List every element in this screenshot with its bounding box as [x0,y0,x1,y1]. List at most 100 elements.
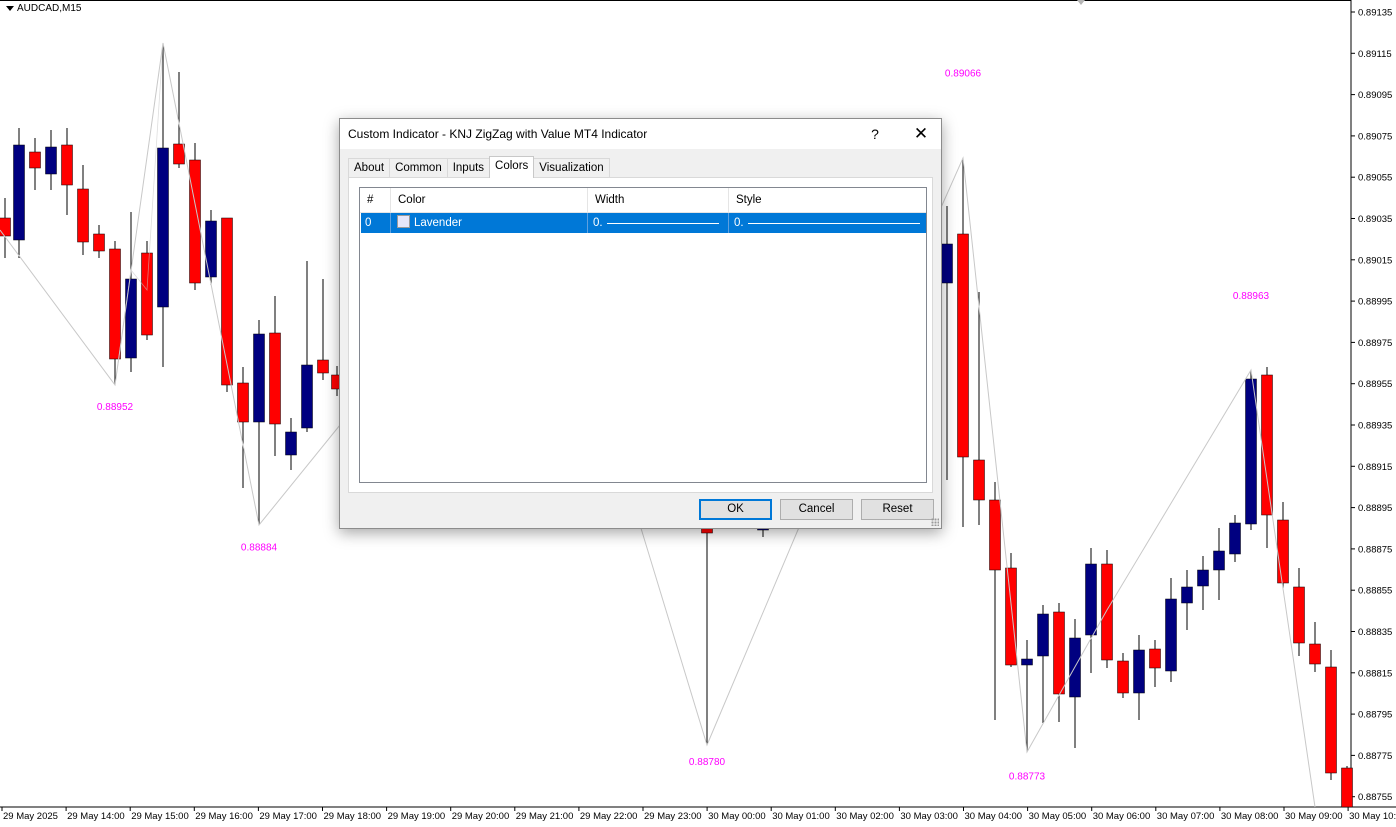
candle-bearish [1053,611,1065,695]
symbol-text: AUDCAD,M15 [17,3,82,14]
candle-bullish [1165,598,1177,672]
candle-bullish [1181,586,1193,604]
candle-bullish [157,147,169,308]
row-color-cell[interactable]: Lavender [391,213,588,233]
candle-bearish [1261,374,1273,516]
price-tick-label: 0.89035 [1358,214,1392,225]
candle-bearish [957,233,969,458]
candle-bearish [973,459,985,501]
zigzag-value-label: 0.88780 [689,757,726,768]
candle-bearish [1149,648,1161,669]
candle-bullish [1229,522,1241,555]
zigzag-value-label: 0.88884 [241,542,278,553]
time-tick-label: 29 May 19:00 [388,811,446,822]
price-tick-label: 0.89135 [1358,8,1392,19]
time-tick-label: 30 May 05:00 [1029,811,1087,822]
candle-bearish [269,332,281,425]
candle-bullish [1213,550,1225,571]
price-tick-label: 0.88815 [1358,668,1392,679]
style-line-sample [748,223,920,224]
price-tick-label: 0.89015 [1358,255,1392,266]
price-tick-label: 0.88955 [1358,379,1392,390]
candle-bullish [1021,658,1033,666]
row-width-value: 0. [593,217,603,229]
column-header-index[interactable]: # [360,188,391,212]
price-tick-label: 0.88795 [1358,710,1392,721]
price-tick-label: 0.89115 [1358,49,1392,60]
candle-bullish [1085,563,1097,636]
price-tick-label: 0.89055 [1358,173,1392,184]
time-tick-label: 30 May 07:00 [1157,811,1215,822]
zigzag-value-label: 0.88952 [97,402,134,413]
price-tick-label: 0.88995 [1358,297,1392,308]
price-tick-label: 0.88895 [1358,503,1392,514]
candle-bearish [989,499,1001,571]
row-width-cell[interactable]: 0. [588,213,729,233]
colors-panel: # Color Width Style 0 Lavender 0. 0. [348,177,933,493]
candle-bearish [141,252,153,336]
time-tick-label: 30 May 00:00 [708,811,766,822]
price-tick-label: 0.88975 [1358,338,1392,349]
candle-bearish [1101,563,1113,661]
resize-grip-icon[interactable] [931,518,939,526]
time-tick-label: 30 May 10:00 [1349,811,1396,822]
candle-bearish [1277,519,1289,584]
reset-button[interactable]: Reset [861,499,934,520]
tab-common[interactable]: Common [389,158,448,178]
dialog-titlebar[interactable]: Custom Indicator - KNJ ZigZag with Value… [340,119,941,149]
candle-bullish [125,278,137,359]
candle-bearish [1341,767,1353,808]
list-header: # Color Width Style [360,188,926,213]
candle-bullish [301,364,313,429]
time-tick-label: 29 May 20:00 [452,811,510,822]
tab-visualization[interactable]: Visualization [533,158,610,178]
time-tick-label: 29 May 21:00 [516,811,574,822]
time-tick-label: 29 May 17:00 [259,811,317,822]
dialog-title: Custom Indicator - KNJ ZigZag with Value… [348,127,648,141]
help-button[interactable]: ? [860,123,890,145]
column-header-style[interactable]: Style [729,188,926,212]
time-tick-label: 30 May 06:00 [1093,811,1151,822]
price-tick-label: 0.88775 [1358,751,1392,762]
candle-bearish [237,382,249,423]
price-tick-label: 0.89095 [1358,90,1392,101]
candle-bearish [61,144,73,186]
time-tick-label: 29 May 16:00 [195,811,253,822]
time-tick-label: 30 May 03:00 [900,811,958,822]
candle-bearish [1309,643,1321,665]
candle-bullish [45,146,57,175]
time-tick-label: 29 May 22:00 [580,811,638,822]
row-style-cell[interactable]: 0. [729,213,926,233]
ok-button[interactable]: OK [699,499,772,520]
candle-bullish [1245,378,1257,525]
close-icon[interactable]: ✕ [906,123,936,145]
candle-bullish [1197,569,1209,587]
column-header-color[interactable]: Color [391,188,588,212]
tab-inputs[interactable]: Inputs [446,158,491,178]
candle-bearish [317,359,329,374]
chevron-down-icon[interactable] [6,6,14,11]
column-header-width[interactable]: Width [588,188,729,212]
candle-bullish [941,243,953,284]
width-line-sample [607,223,719,224]
candle-bearish [29,151,41,169]
candle-bullish [1037,613,1049,657]
tab-colors[interactable]: Colors [489,156,535,178]
colors-list[interactable]: # Color Width Style 0 Lavender 0. 0. [359,187,927,483]
row-index: 0 [361,213,391,233]
candle-bearish [1293,586,1305,644]
tab-about[interactable]: About [348,158,391,178]
time-tick-label: 30 May 02:00 [836,811,894,822]
price-tick-label: 0.89075 [1358,131,1392,142]
price-tick-label: 0.88875 [1358,544,1392,555]
candle-bearish [109,248,121,360]
cancel-button[interactable]: Cancel [780,499,853,520]
time-tick-label: 30 May 08:00 [1221,811,1279,822]
candle-bearish [77,188,89,243]
price-tick-label: 0.88935 [1358,421,1392,432]
time-tick-label: 29 May 15:00 [131,811,189,822]
time-tick-label: 29 May 23:00 [644,811,702,822]
price-tick-label: 0.88835 [1358,627,1392,638]
list-item[interactable]: 0 Lavender 0. 0. [361,213,926,233]
candle-bullish [205,220,217,278]
